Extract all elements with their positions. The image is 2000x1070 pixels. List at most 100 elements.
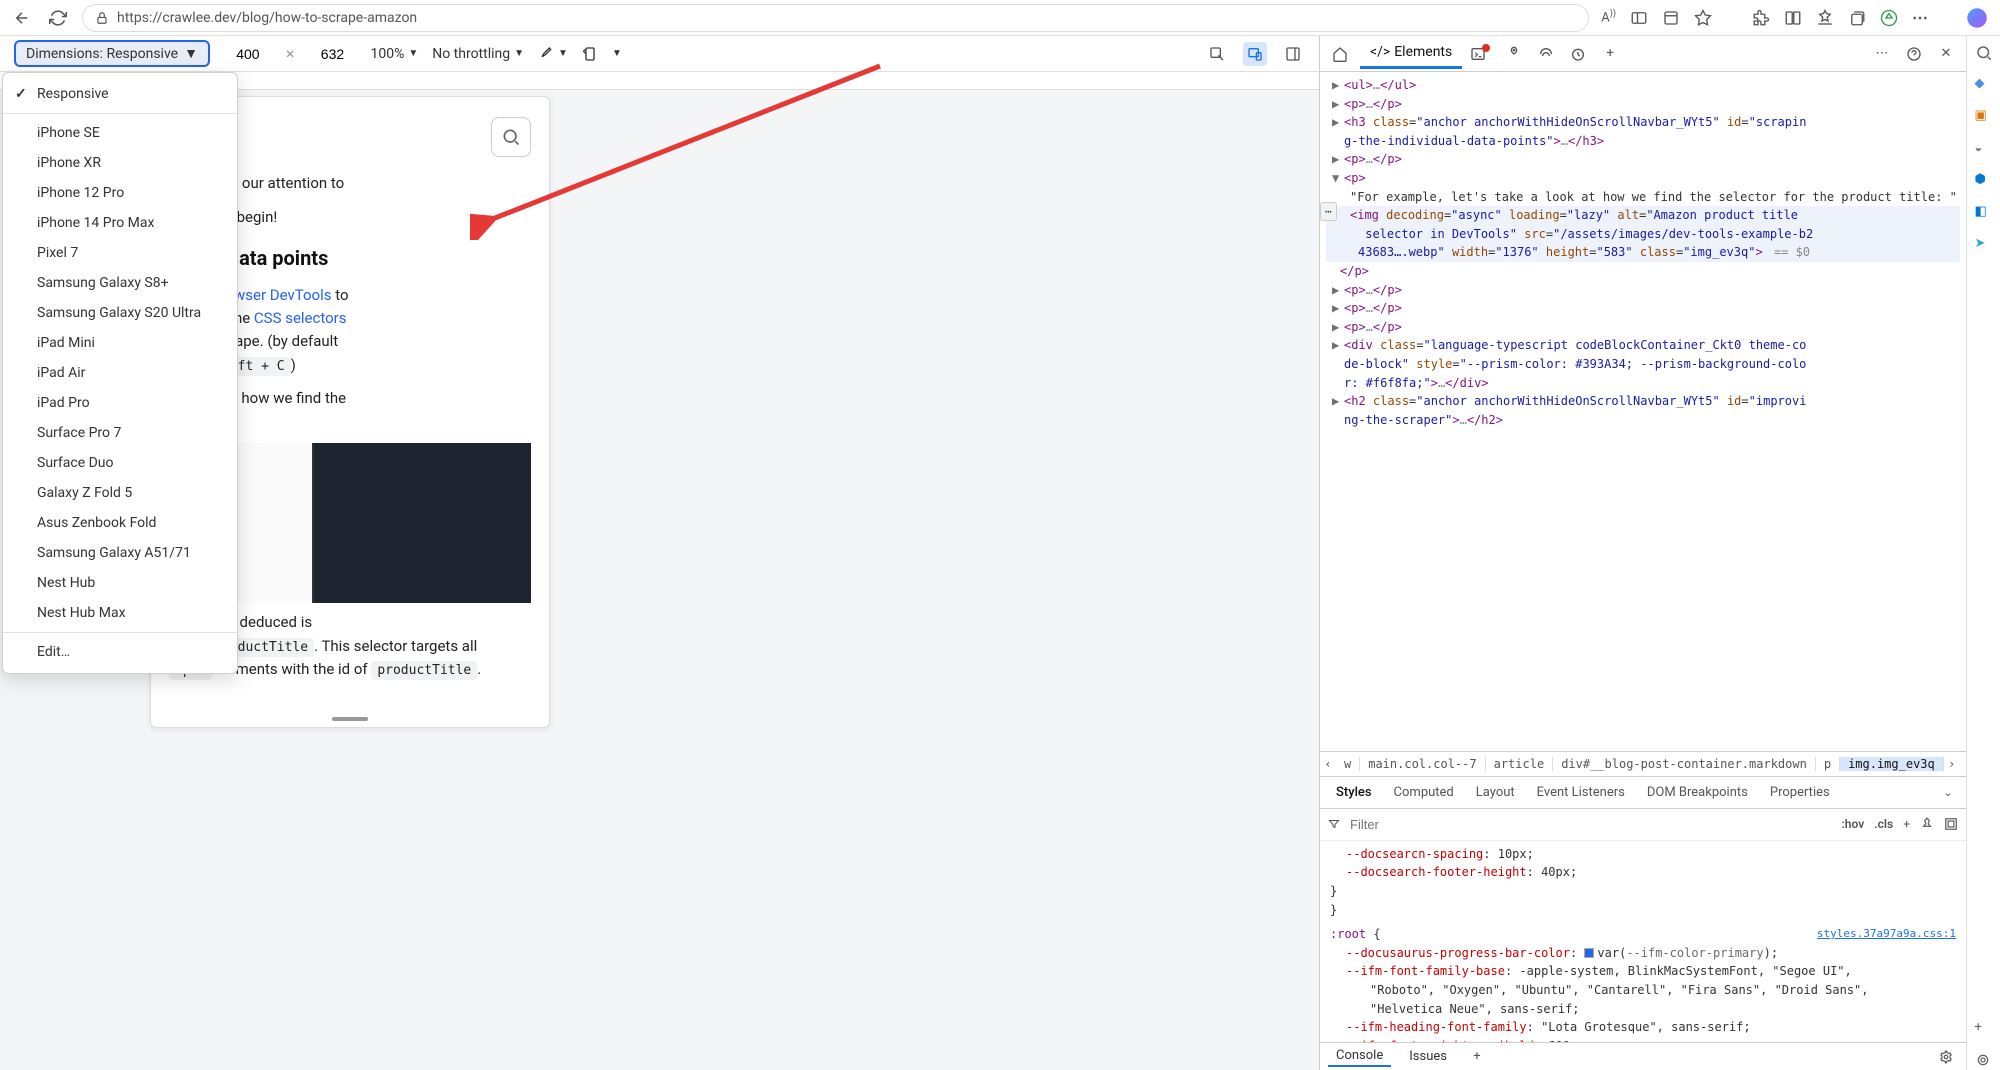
performance-tab-icon[interactable] [1566,42,1590,66]
chevron-down-icon[interactable]: ⌄ [1936,780,1960,804]
favorite-icon[interactable] [1694,9,1712,27]
console-icon[interactable] [1470,42,1494,66]
bookmark-icon[interactable]: ◆ [1975,76,1993,94]
chevron-down-icon: ▼ [514,48,524,59]
device-item[interactable]: iPhone XR [3,148,237,178]
read-aloud-icon[interactable]: A)) [1601,9,1616,25]
device-item[interactable]: iPhone 14 Pro Max [3,208,237,238]
sidebar-settings-icon[interactable] [1975,1052,1993,1070]
plus-drawer-icon[interactable]: + [1465,1045,1489,1069]
layout-overlay-icon[interactable] [1944,817,1958,831]
device-item[interactable]: Asus Zenbook Fold [3,508,237,538]
dimensions-dropdown[interactable]: Dimensions: Responsive ▼ [14,40,210,67]
split-icon[interactable] [1784,9,1802,27]
styles-body[interactable]: --docsearcn-spacing: 10px; --docsearch-f… [1320,841,1966,1042]
device-item[interactable]: Surface Pro 7 [3,418,237,448]
tab-dom-breakpoints[interactable]: DOM Breakpoints [1637,781,1758,804]
pin-icon[interactable] [1920,817,1934,831]
device-item[interactable]: iPad Pro [3,388,237,418]
cls-toggle[interactable]: .cls [1874,817,1893,831]
favorites-list-icon[interactable] [1816,9,1834,27]
dimension-x: × [286,44,295,63]
crumb-prev[interactable]: ‹ [1320,757,1336,771]
tab-computed[interactable]: Computed [1384,781,1464,804]
back-button[interactable] [10,6,34,30]
send-icon[interactable]: ➤ [1975,236,1993,254]
crumb[interactable]: article [1486,757,1554,771]
more-tools-icon[interactable]: ⋯ [1870,42,1894,66]
copilot-icon[interactable] [1964,5,1990,31]
device-item[interactable]: Samsung Galaxy S20 Ultra [3,298,237,328]
crumb-selected[interactable]: img.img_ev3q [1840,757,1944,771]
search-button[interactable] [491,117,531,157]
device-item[interactable]: iPhone 12 Pro [3,178,237,208]
tab-properties[interactable]: Properties [1760,781,1840,804]
drag-handle[interactable] [332,717,368,721]
reload-button[interactable] [46,6,70,30]
crumb-next[interactable]: › [1944,757,1960,771]
device-item[interactable]: Pixel 7 [3,238,237,268]
device-item[interactable]: iPad Air [3,358,237,388]
device-item[interactable]: Samsung Galaxy S8+ [3,268,237,298]
device-options-icon[interactable]: ▼ [612,48,622,59]
gear-icon[interactable] [1934,1045,1958,1069]
crumb[interactable]: w [1336,757,1360,771]
url-text: https://crawlee.dev/blog/how-to-scrape-a… [117,10,417,26]
collections-icon[interactable] [1848,9,1866,27]
office-icon[interactable]: ⬢ [1975,172,1993,190]
device-item[interactable]: Nest Hub Max [3,598,237,628]
shopping-icon[interactable]: ▣ [1975,108,1993,126]
drawer-tab-console[interactable]: Console [1328,1046,1391,1067]
filter-input[interactable] [1350,817,1832,832]
tab-styles[interactable]: Styles [1326,781,1382,804]
width-input[interactable] [224,46,272,62]
immersive-icon[interactable] [1662,9,1680,27]
device-item[interactable]: Nest Hub [3,568,237,598]
more-actions-icon[interactable]: ⋯ [1320,202,1337,221]
throttling-dropdown[interactable]: No throttling ▼ [432,46,524,62]
device-item[interactable]: Surface Duo [3,448,237,478]
search-icon[interactable] [1975,44,1993,62]
crumb[interactable]: p [1816,757,1840,771]
dock-icon[interactable] [1281,42,1305,66]
drawer-tab-issues[interactable]: Issues [1401,1047,1455,1066]
translate-icon[interactable] [1630,9,1648,27]
zoom-dropdown[interactable]: 100% ▼ [370,46,418,62]
rotate-icon[interactable] [582,46,598,62]
crumb[interactable]: main.col.col--7 [1360,757,1485,771]
browser-toolbar: https://crawlee.dev/blog/how-to-scrape-a… [0,0,2000,36]
new-rule-icon[interactable]: + [1903,817,1910,831]
help-icon[interactable] [1902,42,1926,66]
device-toggle-icon[interactable] [1243,42,1267,66]
sources-icon[interactable] [1502,42,1526,66]
outlook-icon[interactable]: ◧ [1975,204,1993,222]
elements-tree[interactable]: ▶<ul>…</ul> ▶<p>…</p> ▶<h3 class="anchor… [1320,72,1966,751]
crumb[interactable]: div#__blog-post-container.markdown [1553,757,1816,771]
person-icon[interactable]: ◒ [1975,140,1993,158]
device-item[interactable]: Samsung Galaxy A51/71 [3,538,237,568]
device-item[interactable]: Galaxy Z Fold 5 [3,478,237,508]
address-bar[interactable]: https://crawlee.dev/blog/how-to-scrape-a… [82,4,1589,32]
performance-icon[interactable] [1880,9,1898,27]
color-picker-icon[interactable]: ▼ [538,46,568,62]
network-icon[interactable] [1534,42,1558,66]
lock-icon [95,11,109,25]
inspect-icon[interactable] [1205,42,1229,66]
close-devtools-icon[interactable]: ✕ [1934,42,1958,66]
add-sidebar-icon[interactable]: + [1975,1020,1993,1038]
hov-toggle[interactable]: :hov [1842,817,1865,831]
device-item[interactable]: iPad Mini [3,328,237,358]
more-icon[interactable]: ⋯ [1912,8,1928,27]
device-item[interactable]: iPhone SE [3,118,237,148]
height-input[interactable] [308,46,356,62]
tab-layout[interactable]: Layout [1466,781,1525,804]
home-icon[interactable] [1328,42,1352,66]
link-css-selectors[interactable]: CSS selectors [254,309,347,327]
tab-elements[interactable]: </> Elements [1360,38,1462,69]
device-item-edit[interactable]: Edit… [3,637,237,667]
device-item-responsive[interactable]: Responsive [3,79,237,109]
source-link[interactable]: styles.37a97a9a.css:1 [1817,925,1956,942]
tab-event-listeners[interactable]: Event Listeners [1527,781,1635,804]
extensions-icon[interactable] [1752,9,1770,27]
plus-tab-icon[interactable]: + [1598,42,1622,66]
